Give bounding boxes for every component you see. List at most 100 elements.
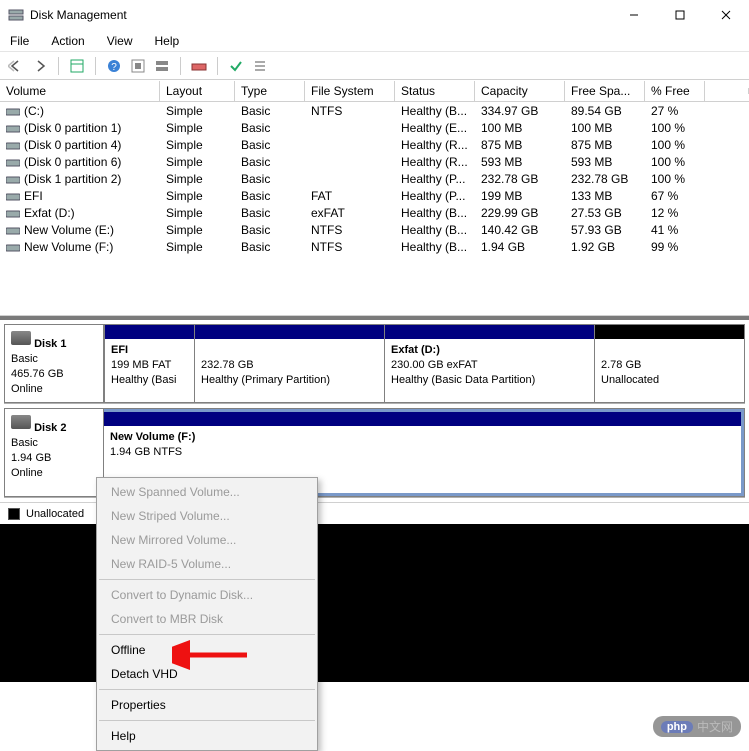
volume-type: Basic (235, 223, 305, 237)
volume-capacity: 232.78 GB (475, 172, 565, 186)
volume-row[interactable]: New Volume (F:)SimpleBasicNTFSHealthy (B… (0, 238, 749, 255)
volume-capacity: 199 MB (475, 189, 565, 203)
volume-row[interactable]: Exfat (D:)SimpleBasicexFATHealthy (B...2… (0, 204, 749, 221)
disk-icon (11, 415, 31, 429)
volume-layout: Simple (160, 121, 235, 135)
volume-free: 133 MB (565, 189, 645, 203)
menu-divider (99, 689, 315, 690)
menu-divider (99, 634, 315, 635)
disk2-size: 1.94 GB (11, 452, 51, 464)
help-icon[interactable]: ? (104, 56, 124, 76)
disk1-info[interactable]: Disk 1 Basic 465.76 GB Online (4, 324, 104, 403)
toolbar-settings-icon[interactable] (128, 56, 148, 76)
menu-help[interactable]: Help (97, 724, 317, 748)
close-button[interactable] (703, 0, 749, 30)
disk2-type: Basic (11, 437, 38, 449)
volume-free: 593 MB (565, 155, 645, 169)
menu-new-mirrored[interactable]: New Mirrored Volume... (97, 528, 317, 552)
volume-layout: Simple (160, 206, 235, 220)
volume-free: 89.54 GB (565, 104, 645, 118)
volume-pct: 27 % (645, 104, 705, 118)
menu-convert-dynamic[interactable]: Convert to Dynamic Disk... (97, 583, 317, 607)
volume-type: Basic (235, 155, 305, 169)
volume-icon (6, 242, 20, 252)
menu-new-striped[interactable]: New Striped Volume... (97, 504, 317, 528)
toolbar-layout-icon[interactable] (152, 56, 172, 76)
volume-row[interactable]: (Disk 0 partition 1)SimpleBasicHealthy (… (0, 119, 749, 136)
volume-layout: Simple (160, 104, 235, 118)
menu-new-raid5[interactable]: New RAID-5 Volume... (97, 552, 317, 576)
col-volume[interactable]: Volume (0, 81, 160, 101)
volume-row[interactable]: New Volume (E:)SimpleBasicNTFSHealthy (B… (0, 221, 749, 238)
volume-name: (C:) (24, 104, 44, 118)
volume-capacity: 875 MB (475, 138, 565, 152)
col-freespace[interactable]: Free Spa... (565, 81, 645, 101)
volume-status: Healthy (B... (395, 240, 475, 254)
volume-type: Basic (235, 172, 305, 186)
toolbar-check-icon[interactable] (226, 56, 246, 76)
disk-row-1[interactable]: Disk 1 Basic 465.76 GB Online EFI199 MB … (4, 324, 745, 404)
volume-icon (6, 174, 20, 184)
menu-file[interactable]: File (6, 32, 33, 50)
volume-layout: Simple (160, 155, 235, 169)
disk1-partition[interactable]: 2.78 GBUnallocated (594, 325, 744, 402)
col-filesystem[interactable]: File System (305, 81, 395, 101)
volume-row[interactable]: (Disk 0 partition 6)SimpleBasicHealthy (… (0, 153, 749, 170)
disk1-partition[interactable]: 232.78 GBHealthy (Primary Partition) (194, 325, 384, 402)
back-button[interactable] (6, 56, 26, 76)
menu-properties[interactable]: Properties (97, 693, 317, 717)
menu-action[interactable]: Action (47, 32, 88, 50)
maximize-button[interactable] (657, 0, 703, 30)
col-capacity[interactable]: Capacity (475, 81, 565, 101)
volume-layout: Simple (160, 172, 235, 186)
window-title: Disk Management (30, 8, 611, 22)
volume-name: New Volume (E:) (24, 223, 114, 237)
disk2-info[interactable]: Disk 2 Basic 1.94 GB Online (4, 408, 104, 497)
partition-bar (104, 412, 741, 426)
volume-type: Basic (235, 104, 305, 118)
toolbar-scan-icon[interactable] (189, 56, 209, 76)
col-layout[interactable]: Layout (160, 81, 235, 101)
volume-free: 232.78 GB (565, 172, 645, 186)
col-status[interactable]: Status (395, 81, 475, 101)
partition-title: Exfat (D:) (391, 343, 588, 358)
volume-type: Basic (235, 121, 305, 135)
disk1-type: Basic (11, 353, 38, 365)
volume-status: Healthy (R... (395, 138, 475, 152)
toolbar-view-icon[interactable] (67, 56, 87, 76)
volume-icon (6, 140, 20, 150)
toolbar-list-icon[interactable] (250, 56, 270, 76)
menu-divider (99, 579, 315, 580)
volume-row[interactable]: (C:) SimpleBasicNTFSHealthy (B...334.97 G… (0, 102, 749, 119)
volume-row[interactable]: (Disk 0 partition 4)SimpleBasicHealthy (… (0, 136, 749, 153)
toolbar: ? (0, 52, 749, 80)
menu-new-spanned[interactable]: New Spanned Volume... (97, 480, 317, 504)
disk2-name: Disk 2 (34, 422, 66, 434)
volume-row[interactable]: (Disk 1 partition 2)SimpleBasicHealthy (… (0, 170, 749, 187)
volume-free: 57.93 GB (565, 223, 645, 237)
menu-view[interactable]: View (103, 32, 137, 50)
disk1-partition[interactable]: EFI199 MB FATHealthy (Basi (104, 325, 194, 402)
volume-pct: 67 % (645, 189, 705, 203)
col-pctfree[interactable]: % Free (645, 81, 705, 101)
volume-name: (Disk 1 partition 2) (24, 172, 121, 186)
menu-help[interactable]: Help (151, 32, 184, 50)
volume-type: Basic (235, 189, 305, 203)
volume-fs: exFAT (305, 206, 395, 220)
disk1-partition[interactable]: Exfat (D:)230.00 GB exFATHealthy (Basic … (384, 325, 594, 402)
window-controls (611, 0, 749, 30)
menu-convert-mbr[interactable]: Convert to MBR Disk (97, 607, 317, 631)
partition-size: 2.78 GB (601, 358, 738, 373)
menu-divider (99, 720, 315, 721)
svg-text:?: ? (111, 62, 117, 73)
volume-capacity: 334.97 GB (475, 104, 565, 118)
volume-layout: Simple (160, 189, 235, 203)
forward-button[interactable] (30, 56, 50, 76)
volume-status: Healthy (B... (395, 104, 475, 118)
partition-size: 230.00 GB exFAT (391, 358, 588, 373)
minimize-button[interactable] (611, 0, 657, 30)
volume-row[interactable]: EFISimpleBasicFATHealthy (P...199 MB133 … (0, 187, 749, 204)
volume-fs: NTFS (305, 104, 395, 118)
col-type[interactable]: Type (235, 81, 305, 101)
partition-line2: 1.94 GB NTFS (110, 445, 735, 460)
